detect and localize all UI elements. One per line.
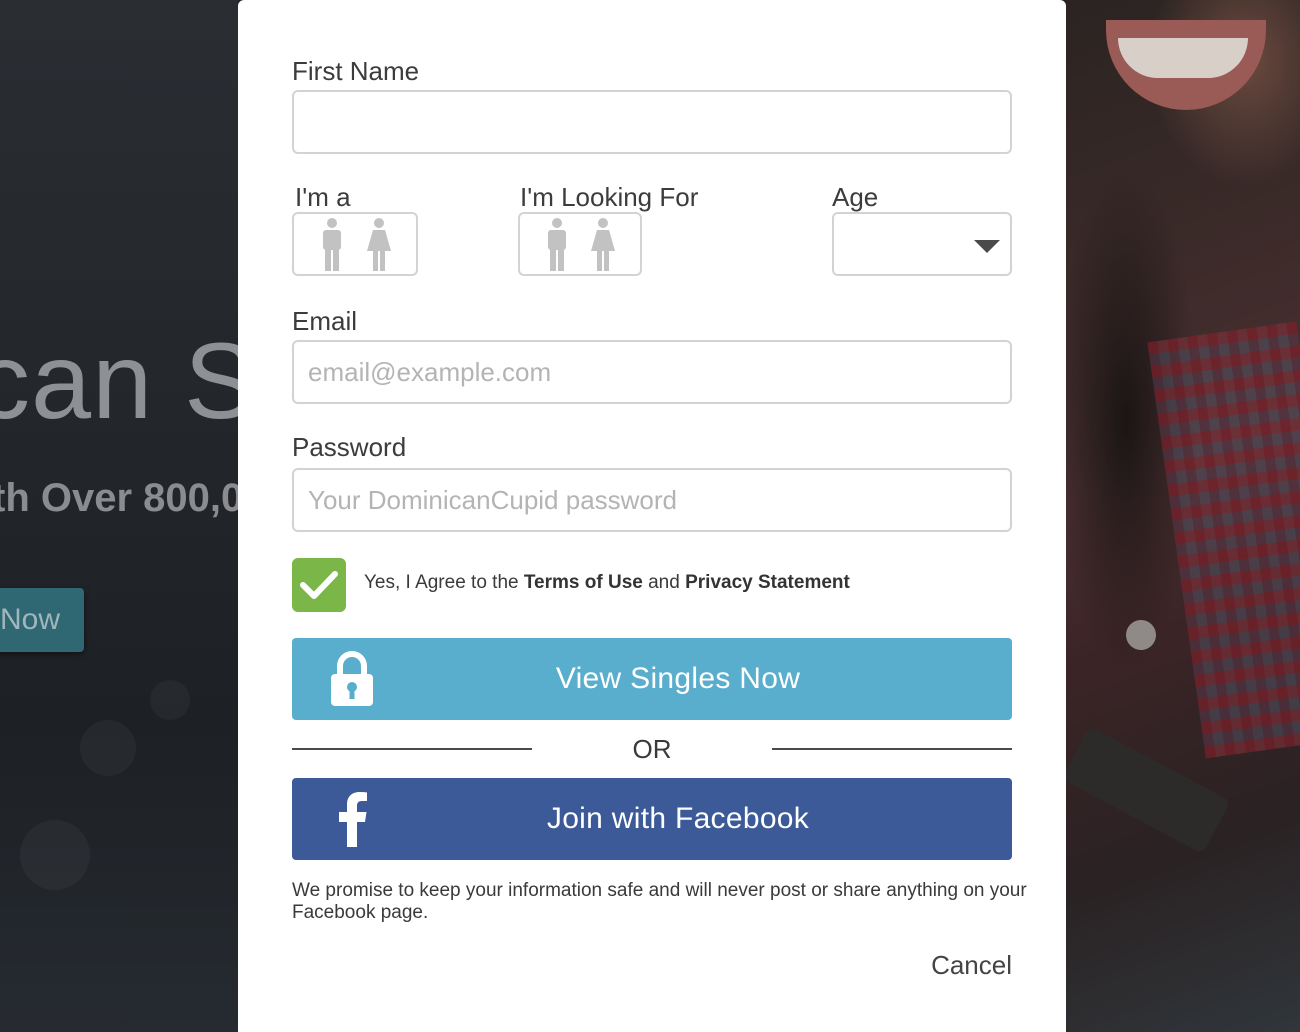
- background-left: can Si th Over 800,00 Now: [0, 0, 238, 1032]
- female-icon[interactable]: [585, 217, 621, 271]
- bokeh-light: [150, 680, 190, 720]
- checkmark-icon: [300, 571, 338, 599]
- chevron-down-icon: [974, 240, 1000, 253]
- bokeh-light: [20, 820, 90, 890]
- female-icon[interactable]: [361, 217, 397, 271]
- agree-checkbox[interactable]: [292, 558, 346, 612]
- email-field[interactable]: [292, 340, 1012, 404]
- password-field[interactable]: [292, 468, 1012, 532]
- photo-shirt-button: [1126, 620, 1156, 650]
- view-singles-button[interactable]: View Singles Now: [292, 638, 1012, 720]
- first-name-label: First Name: [292, 56, 420, 86]
- email-label: Email: [292, 306, 358, 336]
- male-icon[interactable]: [314, 217, 350, 271]
- password-label: Password: [292, 432, 407, 462]
- agree-text: Yes, I Agree to the Terms of Use and Pri…: [364, 572, 850, 594]
- facebook-join-label: Join with Facebook: [546, 802, 810, 835]
- agree-prefix: Yes, I Agree to the: [364, 572, 524, 593]
- bokeh-light: [80, 720, 136, 776]
- cancel-button[interactable]: Cancel: [931, 950, 1012, 981]
- privacy-link[interactable]: Privacy Statement: [685, 572, 850, 593]
- gender-label: I'm a: [295, 182, 351, 212]
- agree-middle: and: [642, 572, 686, 593]
- privacy-promise-text: We promise to keep your information safe…: [292, 880, 1027, 923]
- terms-link[interactable]: Terms of Use: [524, 572, 643, 593]
- signup-modal: First Name I'm a I'm Looking For Age Ema…: [238, 0, 1066, 1032]
- looking-for-selector: [518, 212, 642, 276]
- lock-icon: [322, 648, 382, 710]
- hero-subtitle: th Over 800,00: [0, 476, 238, 520]
- or-divider: OR: [292, 730, 1012, 770]
- background-photo: [1066, 0, 1300, 1032]
- looking-for-label: I'm Looking For: [520, 182, 699, 212]
- first-name-input[interactable]: [292, 90, 1012, 154]
- photo-teeth: [1118, 38, 1248, 78]
- view-singles-label: View Singles Now: [555, 662, 801, 695]
- or-text: OR: [632, 734, 672, 764]
- gender-selector: [292, 212, 418, 276]
- hero-title: can Si: [0, 320, 238, 441]
- hero-cta-button: Now: [0, 588, 84, 652]
- facebook-icon: [322, 788, 382, 850]
- age-select[interactable]: [832, 212, 1012, 276]
- male-icon[interactable]: [539, 217, 575, 271]
- age-label: Age: [832, 182, 879, 212]
- facebook-join-button[interactable]: Join with Facebook: [292, 778, 1012, 860]
